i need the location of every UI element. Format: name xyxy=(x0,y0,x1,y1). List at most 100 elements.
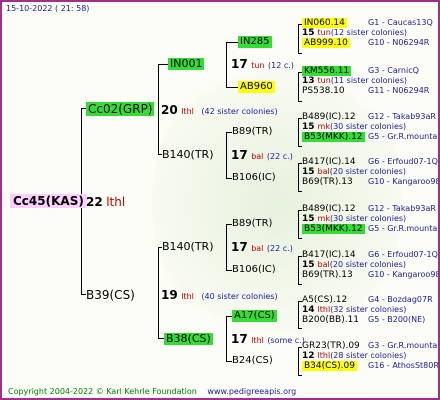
g5-queen[interactable]: B69(TR).13 xyxy=(302,270,353,280)
g5-breeder: lthl xyxy=(317,351,331,360)
connector xyxy=(226,224,227,271)
g5-lineage: G3 - Gr.R.mounta xyxy=(368,341,438,350)
root-queen[interactable]: Cc45(KAS) xyxy=(10,194,87,208)
g3-queen[interactable]: B38(CS) xyxy=(164,333,213,345)
g3-queen[interactable]: B140(TR) xyxy=(162,149,214,161)
p2-queen[interactable]: B39(CS) xyxy=(86,288,135,302)
g5-queen[interactable]: A5(CS).12 xyxy=(302,295,347,305)
g4-queen[interactable]: A17(CS) xyxy=(232,310,277,322)
site-url[interactable]: www.pedigreeapis.org xyxy=(207,387,296,396)
g3-queen[interactable]: IN001 xyxy=(168,58,205,70)
connector xyxy=(298,238,302,239)
connector xyxy=(298,301,299,329)
g5-lineage: G11 - N06294R xyxy=(368,86,430,95)
g5-queen[interactable]: GR23(TR).09 xyxy=(302,341,360,351)
p1-info: 20 lthl (42 sister colonies) xyxy=(161,103,278,117)
connector xyxy=(298,24,299,54)
g5-breeder: lthl xyxy=(317,305,331,314)
g5-lineage: G10 - Kangaroo98R xyxy=(368,270,440,279)
connector xyxy=(298,163,299,192)
p2-info: 19 lthl (40 sister colonies) xyxy=(161,288,278,302)
header-date: 15-10-2022 ( 21: 58) xyxy=(6,4,90,13)
g5-note: (30 sister colonies) xyxy=(329,122,407,131)
g5-note: (20 sister colonies) xyxy=(329,260,406,269)
g5-queen[interactable]: B53(MKK).12 xyxy=(302,224,365,234)
connector xyxy=(298,72,299,102)
g4-queen[interactable]: B24(CS) xyxy=(232,355,273,367)
g5-note: (12 sister colonies) xyxy=(330,28,408,37)
g5-gen: 13 xyxy=(302,76,315,86)
g5-queen[interactable]: B53(MKK).12 xyxy=(302,132,365,142)
g5-queen[interactable]: AB999.10 xyxy=(302,38,350,48)
g5-lineage: G10 - Kangaroo98R xyxy=(368,177,440,186)
g5-breeder: bal xyxy=(317,167,330,176)
g5-queen[interactable]: B69(TR).13 xyxy=(302,177,353,187)
root-gen: 22 xyxy=(86,195,103,209)
g5-queen[interactable]: B200(BB).11 xyxy=(302,315,359,325)
g5-sister-info: 15 bal(20 sister colonies) xyxy=(302,260,406,270)
g5-lineage: G1 - Caucas13Q xyxy=(368,18,433,27)
connector xyxy=(158,64,159,155)
g5-lineage: G4 - Bozdag07R xyxy=(368,295,433,304)
connector xyxy=(298,118,299,147)
g5-lineage: G10 - N06294R xyxy=(368,38,430,47)
g4-queen[interactable]: B106(IC) xyxy=(232,172,276,184)
g5-lineage: G12 - Takab93aR xyxy=(368,112,436,121)
footer: Copyright 2004-2022 © Karl Kehrle Founda… xyxy=(8,387,296,397)
connector xyxy=(226,42,227,88)
g3-queen[interactable]: B140(TR) xyxy=(162,241,214,253)
g5-gen: 15 xyxy=(302,122,315,132)
g4-queen[interactable]: B106(IC) xyxy=(232,264,276,276)
g5-breeder: mk xyxy=(317,214,330,223)
connector xyxy=(226,42,238,43)
g5-breeder: mk xyxy=(317,122,330,131)
g5-sister-info: 14 lthl(32 sister colonies) xyxy=(302,305,406,315)
g5-queen[interactable]: B34(CS).09 xyxy=(302,361,357,371)
g5-note: (28 sister colonies) xyxy=(330,351,407,360)
g5-queen[interactable]: IN060.14 xyxy=(302,18,347,28)
g4-queen[interactable]: AB960 xyxy=(238,81,275,93)
g5-queen[interactable]: KM556.11 xyxy=(302,66,352,76)
g5-breeder: bal xyxy=(317,260,330,269)
g3-info: 17 bal (22 c.) xyxy=(231,240,293,254)
g5-lineage: G5 - Gr.R.mounta xyxy=(368,224,438,233)
g5-sister-info: 15 mk(30 sister colonies) xyxy=(302,214,406,224)
g5-lineage: G16 - AthosSt80R xyxy=(368,361,439,370)
connector xyxy=(298,53,302,54)
g4-queen[interactable]: B89(TR) xyxy=(232,218,272,230)
g5-sister-info: 15 mk(30 sister colonies) xyxy=(302,122,406,132)
g5-note: (32 sister colonies) xyxy=(330,305,407,314)
g4-queen[interactable]: IN285 xyxy=(238,36,272,48)
g5-queen[interactable]: B417(IC).14 xyxy=(302,157,356,167)
g5-lineage: G3 - CarnicQ xyxy=(368,66,419,75)
g5-note: (20 sister colonies) xyxy=(329,167,406,176)
g5-queen[interactable]: PS538.10 xyxy=(302,86,345,96)
connector xyxy=(298,101,302,102)
g5-gen: 15 xyxy=(302,260,315,270)
g5-lineage: G12 - Takab93aR xyxy=(368,204,436,213)
root-queen-name: Cc45(KAS) xyxy=(13,194,84,208)
g5-queen[interactable]: B489(IC).12 xyxy=(302,112,356,122)
connector xyxy=(298,256,299,285)
connector xyxy=(158,64,168,65)
connector xyxy=(298,146,302,147)
connector xyxy=(298,328,302,329)
g5-breeder: tun xyxy=(317,76,331,85)
g3-info: 17 tun (12 c.) xyxy=(231,57,294,71)
g5-gen: 12 xyxy=(302,351,315,361)
g4-queen[interactable]: B89(TR) xyxy=(232,126,272,138)
g5-gen: 15 xyxy=(302,28,315,38)
g5-sister-info: 12 lthl(28 sister colonies) xyxy=(302,351,406,361)
g5-lineage: G5 - Gr.R.mounta xyxy=(368,132,438,141)
g5-queen[interactable]: B417(IC).14 xyxy=(302,250,356,260)
connector xyxy=(226,132,227,179)
p1-queen[interactable]: Cc02(GRP) xyxy=(86,102,155,116)
g5-queen[interactable]: B489(IC).12 xyxy=(302,204,356,214)
g5-gen: 15 xyxy=(302,167,315,177)
g5-lineage: G5 - B200(NE) xyxy=(368,315,426,324)
g5-sister-info: 15 tun(12 sister colonies) xyxy=(302,28,407,38)
connector xyxy=(298,284,302,285)
g5-gen: 15 xyxy=(302,214,315,224)
g5-sister-info: 15 bal(20 sister colonies) xyxy=(302,167,406,177)
g5-lineage: G6 - Erfoud07-1Q xyxy=(368,250,438,259)
